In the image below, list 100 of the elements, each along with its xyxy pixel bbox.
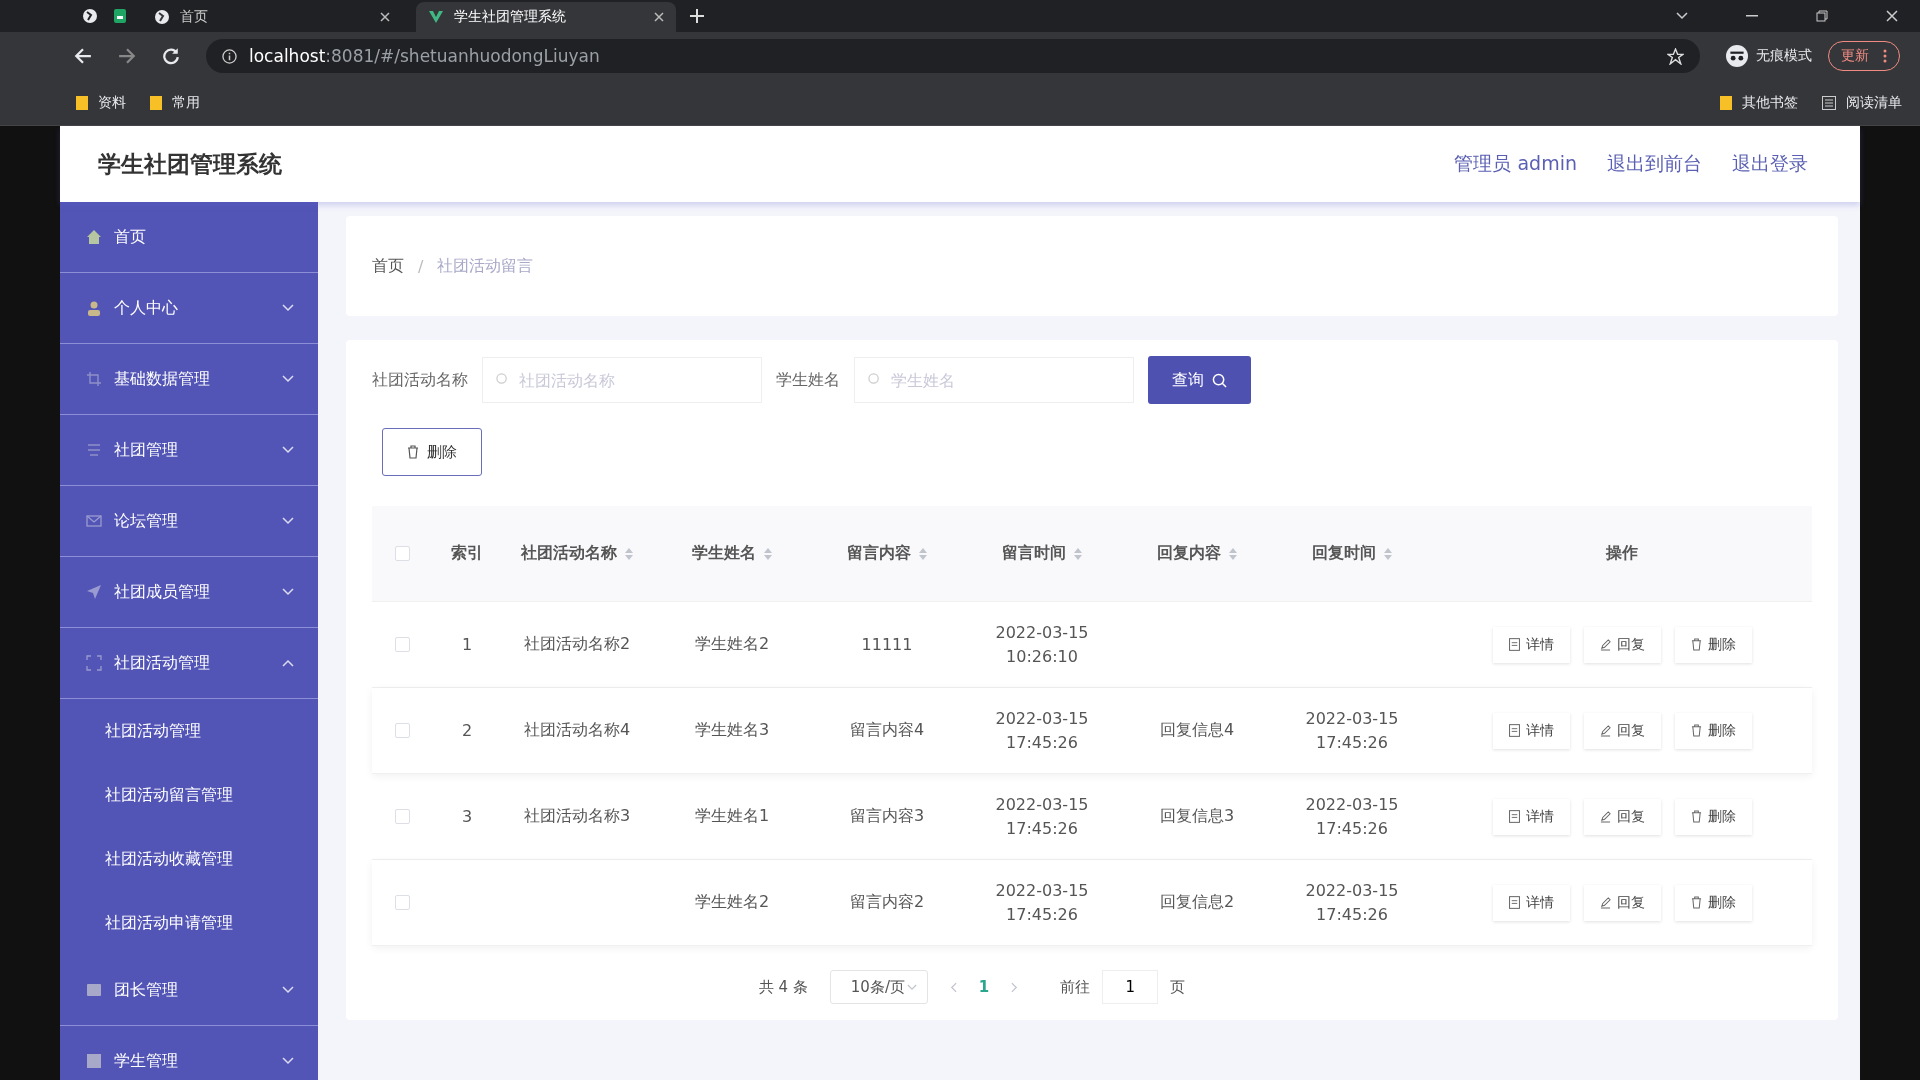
column-header[interactable]: 回复内容	[1157, 543, 1237, 564]
column-header[interactable]: 索引	[451, 543, 483, 564]
sheet-icon[interactable]	[112, 8, 128, 24]
sort-icon[interactable]	[1229, 547, 1237, 560]
bookmark[interactable]: 资料	[76, 93, 126, 112]
column-header[interactable]: 社团活动名称	[521, 543, 633, 564]
detail-button[interactable]: 详情	[1492, 798, 1570, 835]
table-cell-text: 2022-03-15 10:26:10	[994, 621, 1090, 668]
menu-item[interactable]: 社团活动管理	[60, 628, 318, 699]
header-link[interactable]: 退出登录	[1732, 151, 1808, 177]
delete-button[interactable]: 删除	[1674, 626, 1752, 663]
detail-button[interactable]: 详情	[1492, 884, 1570, 921]
trash-icon	[1690, 810, 1702, 823]
table-cell: 回复信息3	[1159, 806, 1235, 827]
delete-button[interactable]: 删除	[382, 428, 482, 476]
trash-icon	[1690, 724, 1702, 737]
pencil-icon	[1599, 896, 1611, 909]
incognito-label: 无痕模式	[1756, 47, 1812, 65]
submenu-item[interactable]: 社团活动收藏管理	[60, 827, 318, 891]
table-cell: 社团活动名称4	[523, 720, 631, 741]
column-header[interactable]: 留言内容	[847, 543, 927, 564]
reply-button[interactable]: 回复	[1583, 626, 1661, 663]
menu-item[interactable]: 基础数据管理	[60, 344, 318, 415]
delete-button[interactable]: 删除	[1674, 884, 1752, 921]
list-icon	[1822, 95, 1836, 110]
detail-button[interactable]: 详情	[1492, 712, 1570, 749]
reply-button[interactable]: 回复	[1583, 712, 1661, 749]
browser-tab[interactable]: 学生社团管理系统	[416, 2, 676, 32]
header-link[interactable]: 管理员 admin	[1454, 151, 1577, 177]
checkbox[interactable]	[394, 895, 410, 910]
chevron-down-icon[interactable]	[1676, 12, 1688, 20]
submenu-item[interactable]: 社团活动申请管理	[60, 891, 318, 955]
search-icon	[496, 373, 509, 386]
document-icon	[1508, 638, 1520, 651]
detail-button[interactable]: 详情	[1492, 626, 1570, 663]
page-input[interactable]: 1	[1102, 970, 1159, 1004]
table-cell-text: 2022-03-15 17:45:26	[1304, 707, 1400, 754]
submenu-item[interactable]: 社团活动管理	[60, 699, 318, 763]
browser-tab[interactable]: 首页	[142, 2, 402, 32]
address-field[interactable]: localhost:8081/#/shetuanhuodongLiuyan	[206, 39, 1700, 73]
column-header[interactable]: 学生姓名	[692, 543, 772, 564]
sort-icon[interactable]	[625, 547, 633, 560]
info-icon	[222, 48, 237, 64]
frame-icon	[86, 655, 102, 671]
menu-item[interactable]: 个人中心	[60, 273, 318, 344]
table-cell-text: 2022-03-15 17:45:26	[994, 879, 1090, 926]
send-icon	[86, 584, 102, 600]
sort-icon[interactable]	[764, 547, 772, 560]
sort-icon[interactable]	[919, 547, 927, 560]
delete-button[interactable]: 删除	[1674, 798, 1752, 835]
star-icon[interactable]	[1667, 47, 1684, 65]
pencil-icon	[1599, 638, 1611, 651]
chevron-down-icon	[906, 983, 917, 991]
search-button[interactable]: 查询	[1148, 356, 1251, 404]
search-icon	[1212, 372, 1227, 388]
column-header[interactable]: 操作	[1606, 543, 1638, 564]
card-icon	[86, 982, 102, 998]
close-icon[interactable]	[654, 12, 664, 22]
bookmark[interactable]: 其他书签	[1720, 93, 1798, 112]
reload-icon[interactable]	[162, 47, 180, 65]
chevron-right-icon[interactable]	[1011, 981, 1019, 993]
user-icon	[86, 300, 102, 316]
minimize-icon[interactable]	[1746, 15, 1758, 17]
menu-item[interactable]: 社团管理	[60, 415, 318, 486]
bookmark[interactable]: 常用	[150, 93, 200, 112]
pencil-icon	[1599, 810, 1611, 823]
menu-item[interactable]: 团长管理	[60, 955, 318, 1026]
column-header[interactable]: 回复时间	[1312, 543, 1392, 564]
restore-icon[interactable]	[1816, 10, 1828, 22]
menu-item[interactable]: 论坛管理	[60, 486, 318, 557]
header-link[interactable]: 退出到前台	[1607, 151, 1702, 177]
reply-button[interactable]: 回复	[1583, 884, 1661, 921]
menu-item[interactable]: 首页	[60, 202, 318, 273]
menu-item[interactable]: 社团成员管理	[60, 557, 318, 628]
plus-icon[interactable]	[690, 9, 704, 23]
page-size-select[interactable]: 10条/页	[829, 970, 928, 1004]
total-count: 共 4 条	[758, 977, 808, 997]
v-logo-icon	[428, 9, 444, 25]
menu-item[interactable]: 学生管理	[60, 1026, 318, 1080]
column-header[interactable]: 留言时间	[1002, 543, 1082, 564]
search-icon	[868, 373, 881, 386]
delete-button[interactable]: 删除	[1674, 712, 1752, 749]
checkbox[interactable]	[394, 637, 410, 652]
checkbox[interactable]	[394, 723, 410, 738]
back-icon[interactable]	[74, 47, 92, 65]
bookmark[interactable]: 阅读清单	[1822, 93, 1902, 112]
sort-icon[interactable]	[1074, 547, 1082, 560]
crop-icon	[86, 371, 102, 387]
close-icon[interactable]	[380, 12, 390, 22]
forward-icon[interactable]	[118, 47, 136, 65]
chevron-left-icon[interactable]	[949, 981, 957, 993]
breadcrumb-link[interactable]: 首页	[372, 255, 404, 277]
close-icon[interactable]	[1886, 10, 1898, 22]
sort-icon[interactable]	[1384, 547, 1392, 560]
checkbox[interactable]	[394, 546, 410, 561]
more-icon[interactable]	[1883, 49, 1887, 63]
reply-button[interactable]: 回复	[1583, 798, 1661, 835]
pencil-icon	[1599, 724, 1611, 737]
checkbox[interactable]	[394, 809, 410, 824]
submenu-item[interactable]: 社团活动留言管理	[60, 763, 318, 827]
